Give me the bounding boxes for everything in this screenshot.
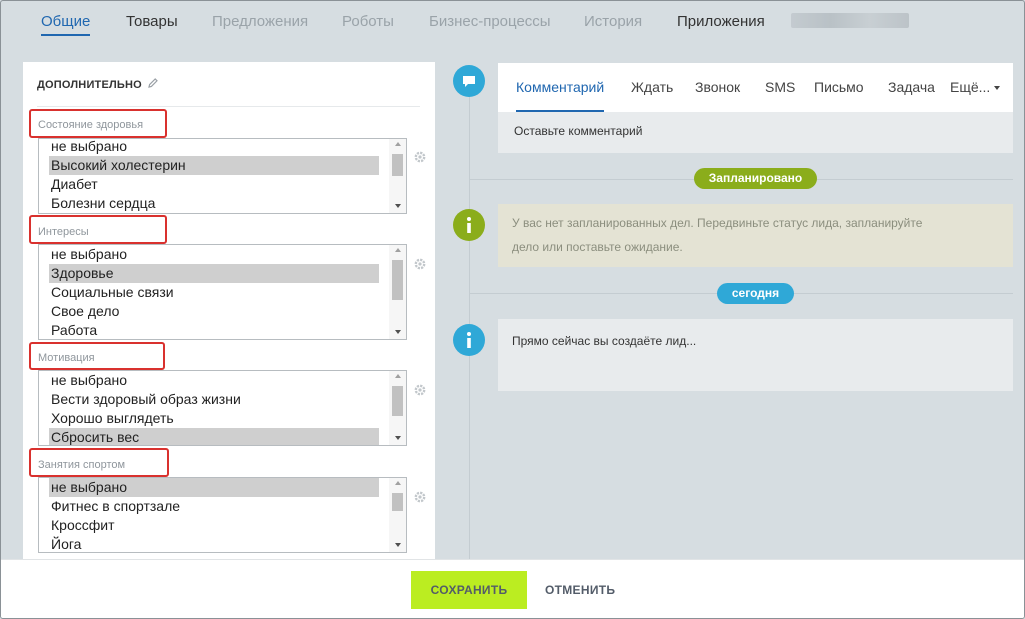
tab-history[interactable]: История: [584, 13, 642, 30]
list-item-selected[interactable]: Высокий холестерин: [49, 156, 379, 175]
scroll-up-arrow-icon[interactable]: [395, 248, 401, 252]
scroll-down-arrow-icon[interactable]: [395, 543, 401, 547]
tab-offers[interactable]: Предложения: [212, 13, 308, 30]
today-text: Прямо сейчас вы создаёте лид...: [512, 334, 697, 348]
list-item[interactable]: Кроссфит: [49, 516, 379, 535]
highlight-box: [29, 215, 167, 244]
scroll-up-arrow-icon[interactable]: [395, 481, 401, 485]
scroll-up-arrow-icon[interactable]: [395, 374, 401, 378]
list-item-selected[interactable]: не выбрано: [49, 478, 379, 497]
scroll-thumb[interactable]: [392, 260, 403, 300]
activity-tabs: Комментарий Ждать Звонок SMS Письмо Зада…: [498, 63, 1013, 112]
activity-tab-comment[interactable]: Комментарий: [516, 79, 605, 112]
list-item[interactable]: Диабет: [49, 175, 379, 194]
list-item-selected[interactable]: Здоровье: [49, 264, 379, 283]
footer-bar: СОХРАНИТЬ ОТМЕНИТЬ: [1, 559, 1024, 618]
today-badge: сегодня: [717, 283, 794, 304]
list-item-selected[interactable]: Сбросить вес: [49, 428, 379, 445]
activity-tab-wait[interactable]: Ждать: [631, 79, 673, 95]
pencil-icon[interactable]: [147, 77, 159, 89]
listbox-sports[interactable]: не выбрано Фитнес в спортзале Кроссфит Й…: [38, 477, 407, 553]
gear-icon[interactable]: [413, 490, 427, 504]
listbox-health[interactable]: не выбрано Высокий холестерин Диабет Бол…: [38, 138, 407, 214]
gear-icon[interactable]: [413, 257, 427, 271]
highlight-box: [29, 342, 165, 370]
save-button[interactable]: СОХРАНИТЬ: [411, 571, 527, 609]
timeline-line: [469, 81, 470, 561]
section-divider: [37, 106, 420, 107]
list-item[interactable]: Болезни сердца: [49, 194, 379, 213]
today-card: Прямо сейчас вы создаёте лид...: [498, 319, 1013, 391]
listbox-interests[interactable]: не выбрано Здоровье Социальные связи Сво…: [38, 244, 407, 340]
listbox-motivation[interactable]: не выбрано Вести здоровый образ жизни Хо…: [38, 370, 407, 446]
list-item[interactable]: Вести здоровый образ жизни: [49, 390, 379, 409]
scroll-thumb[interactable]: [392, 386, 403, 416]
list-item[interactable]: Работа: [49, 321, 379, 339]
highlight-box: [29, 448, 169, 477]
planned-badge: Запланировано: [694, 168, 817, 189]
list-item[interactable]: Йога: [49, 535, 379, 552]
scrollbar[interactable]: [389, 371, 406, 445]
info-icon: [453, 324, 485, 356]
scrollbar[interactable]: [389, 478, 406, 552]
chevron-down-icon: [994, 86, 1001, 91]
list-item[interactable]: Социальные связи: [49, 283, 379, 302]
scrollbar[interactable]: [389, 139, 406, 213]
activity-tab-more-label: Ещё...: [950, 79, 991, 95]
activity-editor: Комментарий Ждать Звонок SMS Письмо Зада…: [498, 63, 1013, 153]
crm-lead-editor: Общие Товары Предложения Роботы Бизнес-п…: [0, 0, 1025, 619]
tab-products[interactable]: Товары: [126, 13, 178, 30]
scroll-thumb[interactable]: [392, 154, 403, 176]
comment-input[interactable]: Оставьте комментарий: [514, 124, 642, 138]
tab-applications[interactable]: Приложения: [677, 13, 765, 30]
scroll-down-arrow-icon[interactable]: [395, 436, 401, 440]
activity-tab-more[interactable]: Ещё...: [950, 79, 1001, 95]
scrollbar[interactable]: [389, 245, 406, 339]
scroll-down-arrow-icon[interactable]: [395, 330, 401, 334]
activity-tab-task[interactable]: Задача: [888, 79, 935, 95]
info-icon: [453, 209, 485, 241]
blurred-tab[interactable]: [791, 13, 909, 28]
scroll-thumb[interactable]: [392, 493, 403, 511]
planned-text-line2: дело или поставьте ожидание.: [512, 240, 683, 254]
planned-text-line1: У вас нет запланированных дел. Передвинь…: [512, 216, 923, 230]
comment-icon: [453, 65, 485, 97]
list-item[interactable]: Фитнес в спортзале: [49, 497, 379, 516]
additional-section-panel: ДОПОЛНИТЕЛЬНО Состояние здоровья не выбр…: [23, 62, 435, 562]
tab-general[interactable]: Общие: [41, 13, 91, 36]
tab-business-processes[interactable]: Бизнес-процессы: [429, 13, 551, 30]
planned-empty-card: У вас нет запланированных дел. Передвинь…: [498, 204, 1013, 267]
cancel-button[interactable]: ОТМЕНИТЬ: [545, 571, 615, 609]
activity-tab-email[interactable]: Письмо: [814, 79, 864, 95]
list-item[interactable]: не выбрано: [49, 245, 379, 264]
activity-tab-sms[interactable]: SMS: [765, 79, 795, 95]
highlight-box: [29, 109, 167, 138]
list-item[interactable]: Хорошо выглядеть: [49, 409, 379, 428]
tab-robots[interactable]: Роботы: [342, 13, 394, 30]
list-item[interactable]: не выбрано: [49, 139, 379, 156]
activity-tab-call[interactable]: Звонок: [695, 79, 740, 95]
list-item[interactable]: не выбрано: [49, 371, 379, 390]
gear-icon[interactable]: [413, 150, 427, 164]
scroll-down-arrow-icon[interactable]: [395, 204, 401, 208]
scroll-up-arrow-icon[interactable]: [395, 142, 401, 146]
section-title: ДОПОЛНИТЕЛЬНО: [37, 79, 142, 91]
top-tab-bar: Общие Товары Предложения Роботы Бизнес-п…: [1, 1, 1024, 47]
list-item[interactable]: Свое дело: [49, 302, 379, 321]
gear-icon[interactable]: [413, 383, 427, 397]
